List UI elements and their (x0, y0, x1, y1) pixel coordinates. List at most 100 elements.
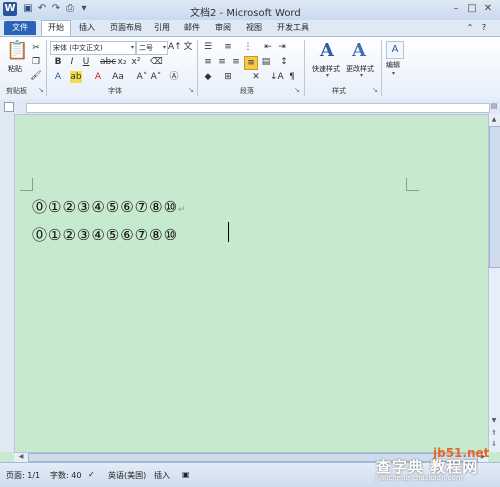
increase-indent-icon[interactable]: ⇥ (276, 41, 288, 53)
sort-icon[interactable]: ↓A (270, 71, 284, 83)
previous-page-icon[interactable]: ⇑ (489, 428, 499, 438)
paste-icon[interactable]: 📋 (6, 40, 28, 62)
font-launcher-icon[interactable]: ↘ (188, 86, 194, 94)
copy-icon[interactable]: ❐ (30, 56, 42, 68)
line-spacing-icon[interactable]: ↕ (278, 56, 290, 68)
subscript-icon[interactable]: x₂ (116, 56, 128, 68)
text-effects-icon[interactable]: A (52, 71, 64, 83)
cut-icon[interactable]: ✂ (30, 42, 42, 54)
tab-file[interactable]: 文件 (4, 21, 36, 35)
ruler-track[interactable] (26, 103, 490, 113)
word-logo-icon[interactable]: W (3, 2, 17, 16)
vertical-ruler (0, 114, 15, 452)
language-status[interactable]: 英语(美国) (108, 470, 146, 481)
save-icon[interactable]: ▣ (22, 3, 34, 15)
chinese-layout-icon[interactable]: ✕ (250, 71, 262, 83)
clipboard-launcher-icon[interactable]: ↘ (38, 86, 44, 94)
insert-mode-status[interactable]: 插入 (154, 470, 170, 481)
underline-icon[interactable]: U (80, 56, 92, 68)
scroll-down-icon[interactable]: ▼ (489, 416, 499, 426)
italic-icon[interactable]: I (66, 56, 78, 68)
character-border-icon[interactable]: Ⓐ (168, 71, 180, 83)
next-page-icon[interactable]: ⇓ (489, 439, 499, 449)
page-count-status[interactable]: 页面: 1/1 (6, 470, 40, 481)
distributed-icon[interactable]: ▤ (260, 56, 272, 68)
decrease-indent-icon[interactable]: ⇤ (262, 41, 274, 53)
borders-icon[interactable]: ⊞ (222, 71, 234, 83)
minimize-icon[interactable]: – (448, 2, 464, 16)
group-divider (304, 40, 305, 96)
document-page[interactable] (15, 115, 488, 452)
maximize-icon[interactable]: □ (464, 2, 480, 16)
superscript-icon[interactable]: x² (130, 56, 142, 68)
grow-font-icon[interactable]: A↑ (168, 41, 182, 53)
word-count-status[interactable]: 字数: 40 (50, 470, 81, 481)
tab-view[interactable]: 视图 (242, 21, 266, 35)
editing-dropdown-icon[interactable]: ▾ (392, 70, 395, 77)
align-right-icon[interactable]: ≡ (230, 56, 242, 68)
vertical-scroll-thumb[interactable] (489, 126, 500, 268)
change-case-icon[interactable]: Aa (112, 71, 124, 83)
show-marks-icon[interactable]: ¶ (286, 71, 298, 83)
view-ruler-icon[interactable]: ▤ (490, 102, 498, 110)
undo-icon[interactable]: ↶ (36, 3, 48, 15)
styles-launcher-icon[interactable]: ↘ (372, 86, 378, 94)
phonetic-guide-icon[interactable]: 文 (182, 41, 194, 53)
grow-font-size-icon[interactable]: A˄ (136, 71, 148, 83)
clear-formatting-icon[interactable]: ⌫ (150, 56, 163, 68)
align-center-icon[interactable]: ≡ (216, 56, 228, 68)
tab-insert[interactable]: 插入 (73, 21, 101, 35)
crop-mark-left (20, 178, 33, 191)
styles-group-label: 样式 (332, 87, 346, 95)
align-left-icon[interactable]: ≡ (202, 56, 214, 68)
scroll-left-icon[interactable]: ◀ (16, 452, 26, 462)
numbering-icon[interactable]: ≡ (222, 41, 234, 53)
font-name-combo[interactable]: 宋体 (中文正文) ▾ (50, 41, 136, 55)
proofing-icon[interactable]: ✓ (88, 470, 95, 479)
shrink-font-icon[interactable]: A˅ (150, 71, 162, 83)
tab-home[interactable]: 开始 (41, 20, 71, 37)
ribbon-minimize-icon[interactable]: ⌃ (464, 21, 476, 35)
document-line-text: ⓪①②③④⑤⑥⑦⑧⑩ (32, 226, 179, 244)
multilevel-list-icon[interactable]: ⋮ (242, 41, 254, 53)
macro-record-icon[interactable]: ▣ (182, 470, 190, 479)
highlight-icon[interactable]: ab (70, 71, 82, 83)
paragraph-mark: ↵ (178, 205, 187, 215)
bullets-icon[interactable]: ☰ (202, 41, 214, 53)
scroll-up-icon[interactable]: ▲ (489, 115, 499, 125)
bold-icon[interactable]: B (52, 56, 64, 68)
document-line[interactable]: ⓪①②③④⑤⑥⑦⑧⑩↵ (32, 196, 187, 217)
print-preview-icon[interactable]: ⎙ (64, 3, 76, 15)
tab-developer[interactable]: 开发工具 (273, 21, 313, 35)
shading-icon[interactable]: ◆ (202, 71, 214, 83)
justify-icon[interactable]: ≡ (244, 56, 258, 70)
find-icon[interactable]: A (386, 41, 404, 59)
tab-review[interactable]: 审阅 (211, 21, 235, 35)
clipboard-group-label: 剪贴板 (6, 87, 27, 95)
help-icon[interactable]: ? (478, 21, 490, 35)
paragraph-launcher-icon[interactable]: ↘ (294, 86, 300, 94)
redo-icon[interactable]: ↷ (50, 3, 62, 15)
group-divider (197, 40, 198, 96)
change-styles-dropdown-icon[interactable]: ▾ (360, 72, 363, 79)
customize-icon[interactable]: ▾ (78, 3, 90, 15)
document-line[interactable]: ⓪①②③④⑤⑥⑦⑧⑩ (32, 224, 178, 245)
tab-mailings[interactable]: 邮件 (180, 21, 204, 35)
document-line-text: ⓪①②③④⑤⑥⑦⑧⑩ (32, 198, 179, 216)
quick-styles-icon[interactable]: A (320, 40, 334, 61)
tab-page-layout[interactable]: 页面布局 (106, 21, 146, 35)
font-size-value: 二号 (139, 44, 153, 52)
font-size-combo[interactable]: 二号 ▾ (136, 41, 168, 55)
editing-button[interactable]: 编辑 (386, 60, 400, 70)
paragraph-group-label: 段落 (240, 87, 254, 95)
font-name-value: 宋体 (中文正文) (53, 44, 103, 52)
paste-button-label[interactable]: 粘贴 (8, 64, 22, 74)
quick-styles-dropdown-icon[interactable]: ▾ (326, 72, 329, 79)
change-styles-icon[interactable]: A (352, 40, 366, 61)
strikethrough-icon[interactable]: abc (100, 56, 116, 68)
close-icon[interactable]: ✕ (480, 2, 496, 16)
format-painter-icon[interactable]: 🖌 (30, 70, 42, 82)
tab-references[interactable]: 引用 (150, 21, 174, 35)
tab-selector-icon[interactable] (4, 102, 14, 112)
font-color-icon[interactable]: A (92, 71, 104, 83)
